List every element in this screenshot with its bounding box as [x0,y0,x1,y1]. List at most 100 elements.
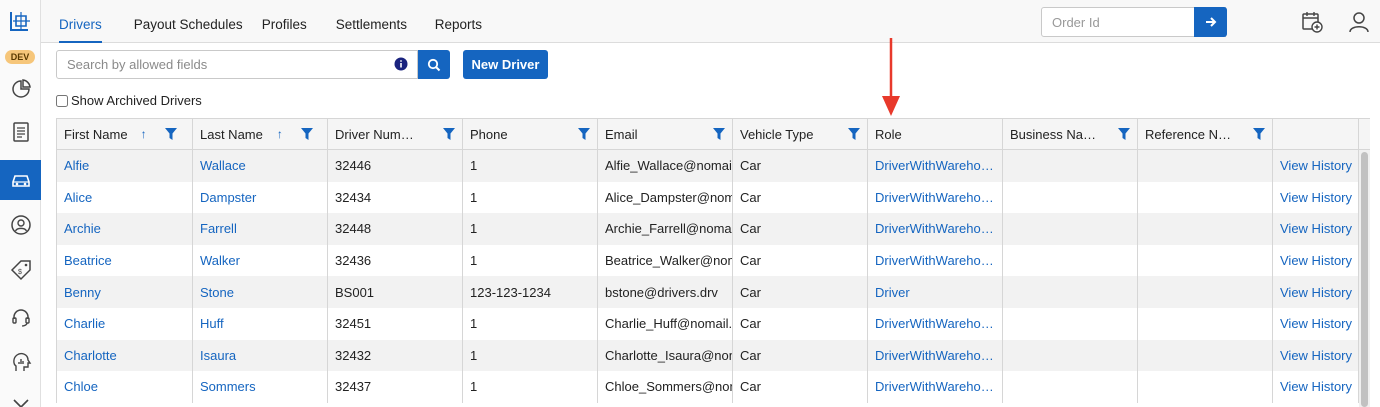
cell-email: bstone@drivers.drv [598,276,733,308]
cell-role[interactable]: DriverWithWareho… [868,244,1003,277]
info-icon[interactable] [394,57,408,71]
table-row[interactable]: ChloeSommers324371Chloe_Sommers@nomaCarD… [57,371,1370,403]
cell-vehicle-type: Car [733,181,868,214]
table-row[interactable]: Benny Stone BS001 123-123-1234 bstone@driver… [57,276,1370,308]
cell-view-history[interactable]: View History [1273,150,1359,182]
filter-icon[interactable] [578,128,590,140]
cell-first-name[interactable]: Charlotte [57,339,193,372]
col-first-name[interactable]: First Name ↑ [57,119,193,149]
cell-first-name[interactable]: Alfie [57,150,193,182]
cell-first-name[interactable]: Benny [57,276,193,308]
table-row[interactable]: Alfie Wallace 32446 1 Alfie_Wallace@nomail.a… [57,150,1370,182]
tab-bar: Drivers Payout Schedules Profiles Settle… [59,0,498,43]
tab-reports[interactable]: Reports [435,0,498,43]
cell-driver-number: 32446 [328,150,463,182]
tab-payout-schedules[interactable]: Payout Schedules [134,0,262,43]
cell-role[interactable]: DriverWithWareho… [868,307,1003,340]
cell-reference-number [1138,181,1273,214]
sort-asc-icon[interactable]: ↑ [141,127,147,141]
col-reference-number[interactable]: Reference N… [1138,119,1273,149]
col-vehicle-type[interactable]: Vehicle Type [733,119,868,149]
col-role[interactable]: Role [868,119,1003,149]
rail-item-documents[interactable] [0,112,41,152]
order-go-button[interactable] [1194,7,1227,37]
cell-vehicle-type: Car [733,276,868,308]
user-profile-icon[interactable] [1347,10,1371,34]
show-archived-toggle[interactable]: Show Archived Drivers [56,93,202,108]
col-last-name[interactable]: Last Name ↑ [193,119,328,149]
cell-last-name[interactable]: Huff [193,307,328,340]
cell-role[interactable]: Driver [868,276,1003,308]
cell-role[interactable]: DriverWithWareho… [868,371,1003,403]
cell-email: Archie_Farrell@nomail. [598,213,733,245]
cell-role[interactable]: DriverWithWareho… [868,181,1003,214]
cell-view-history[interactable]: View History [1273,339,1359,372]
col-phone[interactable]: Phone [463,119,598,149]
cell-last-name[interactable]: Dampster [193,181,328,214]
filter-icon[interactable] [713,128,725,140]
cell-driver-number: 32432 [328,339,463,372]
cell-last-name[interactable]: Isaura [193,339,328,372]
cell-business-name [1003,244,1138,277]
cell-last-name[interactable]: Stone [193,276,328,308]
cell-view-history[interactable]: View History [1273,213,1359,245]
calendar-add-icon[interactable] [1300,10,1324,34]
cell-vehicle-type: Car [733,150,868,182]
cell-business-name [1003,276,1138,308]
cell-role[interactable]: DriverWithWareho… [868,339,1003,372]
grid-scrollbar[interactable] [1359,150,1370,407]
cell-view-history[interactable]: View History [1273,276,1359,308]
filter-icon[interactable] [164,128,177,140]
scrollbar-thumb[interactable] [1361,152,1368,407]
rail-item-support[interactable] [0,297,41,337]
cell-role[interactable]: DriverWithWareho… [868,213,1003,245]
cell-view-history[interactable]: View History [1273,371,1359,403]
cell-view-history[interactable]: View History [1273,181,1359,214]
cell-phone: 1 [463,213,598,245]
cell-first-name[interactable]: Charlie [57,307,193,340]
rail-item-profiles[interactable] [0,205,41,245]
cell-first-name[interactable]: Archie [57,213,193,245]
rail-item-dashboard[interactable] [0,69,41,109]
filter-icon[interactable] [300,128,313,140]
logo-icon[interactable] [8,8,33,36]
filter-icon[interactable] [848,128,860,140]
tab-settlements[interactable]: Settlements [336,0,435,43]
col-email[interactable]: Email [598,119,733,149]
search-button[interactable] [418,50,450,79]
rail-item-tools[interactable] [0,387,41,407]
cell-last-name[interactable]: Walker [193,244,328,277]
cell-last-name[interactable]: Farrell [193,213,328,245]
cell-vehicle-type: Car [733,371,868,403]
cell-view-history[interactable]: View History [1273,307,1359,340]
rail-item-drivers[interactable] [0,160,41,200]
cell-last-name[interactable]: Sommers [193,371,328,403]
filter-icon[interactable] [443,128,455,140]
search-input[interactable] [56,50,418,79]
new-driver-button[interactable]: New Driver [463,50,548,79]
cell-role[interactable]: DriverWithWareho… [868,150,1003,182]
table-row[interactable]: Charlie Huff 32451 1 Charlie_Huff@nomail.a Ca… [57,307,1370,340]
show-archived-checkbox[interactable] [56,94,68,107]
rail-item-pricing[interactable]: $ [0,250,41,290]
tab-drivers[interactable]: Drivers [59,0,102,43]
filter-icon[interactable] [1253,128,1265,140]
table-row[interactable]: Alice Dampster 32434 1 Alice_Dampster@noma Ca… [57,181,1370,214]
cell-first-name[interactable]: Alice [57,181,193,214]
tab-profiles[interactable]: Profiles [262,0,336,43]
analytics-icon [12,352,31,371]
rail-item-analytics[interactable] [0,342,41,382]
cell-email: Charlie_Huff@nomail.a [598,307,733,340]
col-driver-number[interactable]: Driver Num… [328,119,463,149]
filter-icon[interactable] [1118,128,1130,140]
cell-first-name[interactable]: Chloe [57,371,193,403]
table-row[interactable]: Beatrice Walker 32436 1 Beatrice_Walker@noma… [57,244,1370,277]
table-row[interactable]: Charlotte Isaura 32432 1 Charlotte_Isaura@no… [57,339,1370,372]
cell-first-name[interactable]: Beatrice [57,244,193,277]
table-row[interactable]: Archie Farrell 32448 1 Archie_Farrell@nomail… [57,213,1370,245]
cell-last-name[interactable]: Wallace [193,150,328,182]
col-business-name[interactable]: Business Na… [1003,119,1138,149]
car-icon [11,175,30,187]
sort-asc-icon[interactable]: ↑ [277,127,283,141]
cell-view-history[interactable]: View History [1273,244,1359,277]
